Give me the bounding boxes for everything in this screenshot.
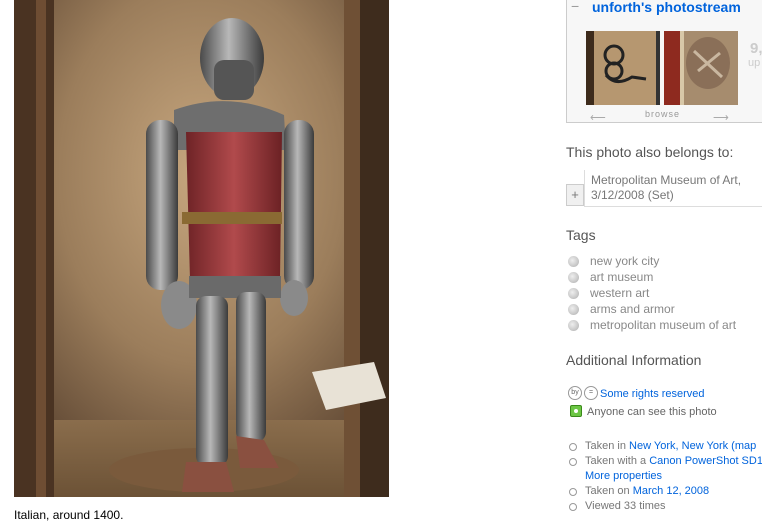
location-link[interactable]: New York, New York [629, 440, 728, 452]
tag-item[interactable]: metropolitan museum of art [566, 318, 762, 334]
tag-item[interactable]: western art [566, 286, 762, 302]
taken-in-row: Taken in New York, New York (map [566, 440, 762, 454]
main-photo[interactable] [14, 0, 389, 497]
browse-link[interactable]: browse [645, 109, 680, 119]
photo-caption: Italian, around 1400. [14, 508, 124, 522]
privacy-text: Anyone can see this photo [587, 406, 717, 418]
tag-item[interactable]: new york city [566, 254, 762, 270]
tag-item[interactable]: art museum [566, 270, 762, 286]
previous-arrow-icon[interactable]: ⟵ [590, 111, 606, 124]
tag-item[interactable]: arms and armor [566, 302, 762, 318]
photostream-panel: − unforth's photostream 9, up ⟵ browse ⟶ [566, 0, 762, 124]
cc-by-icon: by [568, 386, 582, 400]
more-properties-link[interactable]: More properties [585, 470, 662, 482]
date-taken-link[interactable]: March 12, 2008 [633, 485, 709, 497]
tag-label[interactable]: arms and armor [590, 302, 675, 316]
prev-photo-thumbnail[interactable] [586, 31, 660, 105]
tag-icon [568, 272, 579, 283]
add-set-button[interactable]: + [566, 184, 584, 206]
bullet-icon [569, 443, 577, 451]
tag-icon [568, 304, 579, 315]
collapse-icon[interactable]: − [571, 0, 583, 13]
additional-info-heading: Additional Information [566, 352, 702, 368]
views-row: Viewed 33 times [566, 500, 762, 514]
tag-icon [568, 320, 579, 331]
more-properties-row: More properties [566, 470, 762, 484]
armor-photo-image [14, 0, 389, 497]
photo-sidebar: − unforth's photostream 9, up ⟵ browse ⟶… [566, 0, 762, 528]
map-link[interactable]: (map [731, 440, 756, 452]
view-count: Viewed 33 times [585, 500, 666, 512]
tag-label[interactable]: new york city [590, 254, 659, 268]
next-arrow-icon[interactable]: ⟶ [713, 111, 729, 124]
tag-label[interactable]: metropolitan museum of art [590, 318, 736, 332]
photo-count: 9, [750, 40, 762, 57]
camera-prefix: Taken with a [585, 455, 647, 467]
taken-on-row: Taken on March 12, 2008 [566, 485, 762, 499]
tag-label[interactable]: western art [590, 286, 649, 300]
bullet-icon [569, 488, 577, 496]
public-privacy-icon [570, 405, 582, 417]
camera-row: Taken with a Canon PowerShot SD1 [566, 455, 762, 469]
tag-icon [568, 256, 579, 267]
set-entry: Metropolitan Museum of Art, 3/12/2008 (S… [584, 170, 762, 207]
photostream-link[interactable]: unforth's photostream [592, 0, 741, 15]
bullet-icon [569, 503, 577, 511]
tag-icon [568, 288, 579, 299]
tag-label[interactable]: art museum [590, 270, 653, 284]
prev-thumbnail-image [586, 31, 660, 105]
photo-count-suffix: up [748, 57, 761, 69]
license-link[interactable]: Some rights reserved [600, 388, 705, 400]
next-thumbnail-image [664, 31, 738, 105]
taken-in-prefix: Taken in [585, 440, 626, 452]
tags-heading: Tags [566, 227, 596, 243]
bullet-icon [569, 458, 577, 466]
next-photo-thumbnail[interactable] [664, 31, 738, 105]
camera-link[interactable]: Canon PowerShot SD1 [649, 455, 762, 467]
sets-heading: This photo also belongs to: [566, 144, 734, 160]
set-link[interactable]: Metropolitan Museum of Art, 3/12/2008 (S… [591, 173, 761, 203]
taken-on-prefix: Taken on [585, 485, 630, 497]
cc-nd-icon: = [584, 386, 598, 400]
